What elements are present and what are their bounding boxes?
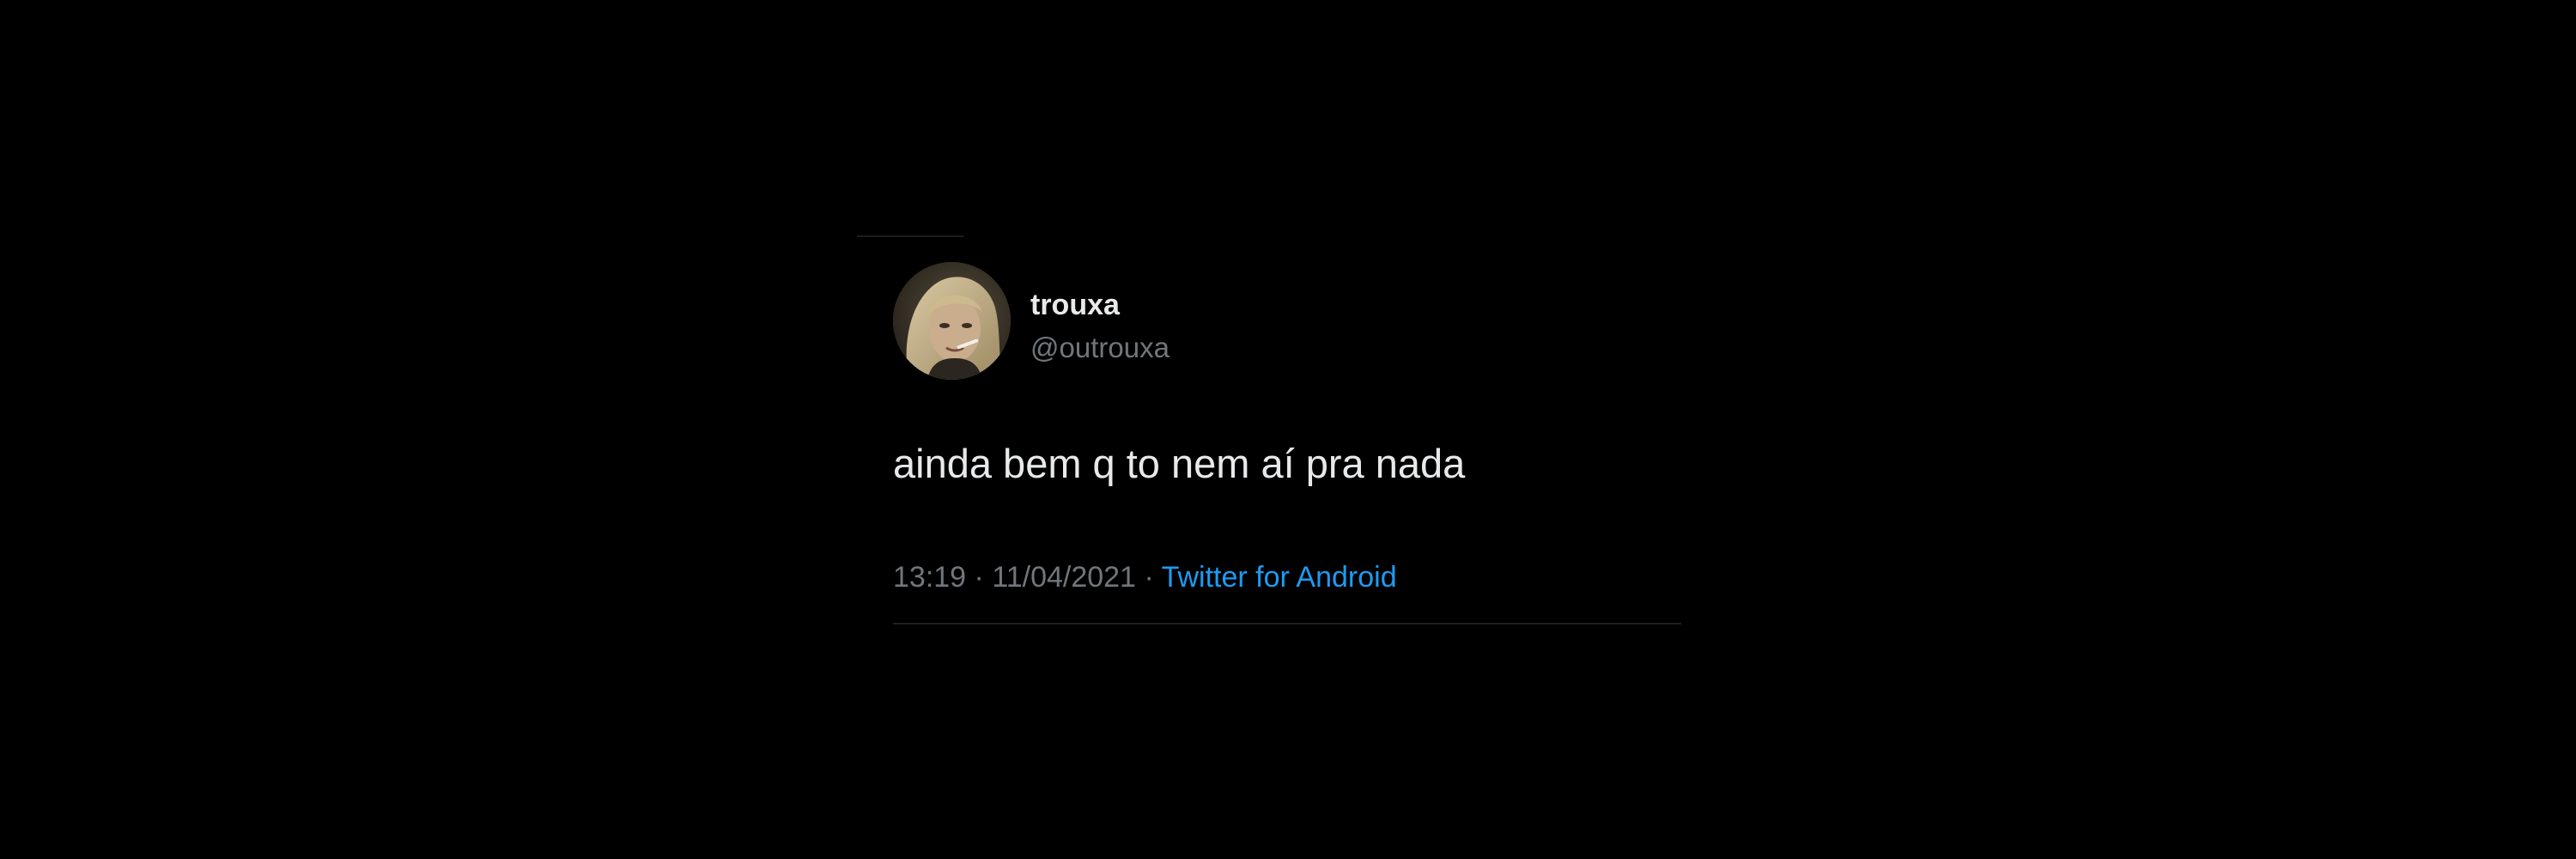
meta-separator: · (1144, 561, 1154, 594)
tweet-text: ainda bem q to nem aí pra nada (893, 441, 1466, 486)
bottom-divider (893, 623, 1681, 624)
top-divider (857, 235, 963, 237)
meta-separator: · (974, 561, 984, 594)
author-block: trouxa @outrouxa (1030, 288, 1170, 365)
tweet-card: trouxa @outrouxa ainda bem q to nem aí p… (893, 262, 1683, 627)
user-handle[interactable]: @outrouxa (1030, 331, 1170, 365)
tweet-date[interactable]: 11/04/2021 (992, 561, 1136, 594)
tweet-source-link[interactable]: Twitter for Android (1162, 561, 1397, 594)
display-name[interactable]: trouxa (1030, 288, 1170, 322)
tweet-time[interactable]: 13:19 (893, 561, 966, 594)
profile-photo-icon (893, 262, 1011, 380)
tweet-metadata: 13:19 · 11/04/2021 · Twitter for Android (893, 560, 1397, 594)
avatar[interactable] (893, 262, 1011, 380)
